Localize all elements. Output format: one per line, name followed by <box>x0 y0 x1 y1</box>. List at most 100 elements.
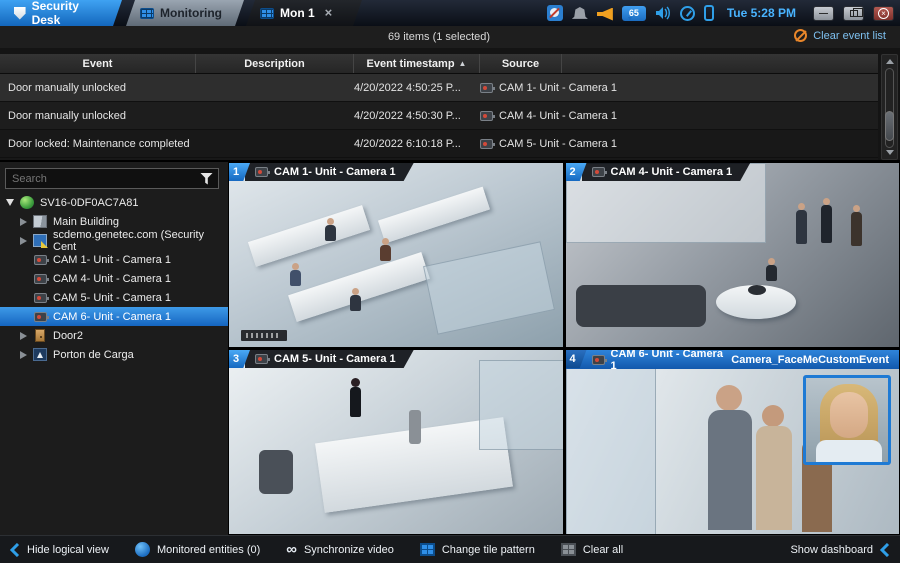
chevron-left-icon <box>880 543 890 557</box>
entity-tree: SV16-0DF0AC7A81 Main Building scdemo.gen… <box>0 193 228 364</box>
video-tile-3[interactable]: 3 CAM 5- Unit - Camera 1 <box>229 350 563 534</box>
camera-feed-image <box>229 350 563 534</box>
scheduler-icon[interactable] <box>547 5 563 21</box>
column-header-source[interactable]: Source <box>480 54 562 73</box>
camera-feed-image <box>229 163 563 347</box>
tree-item-directory[interactable]: scdemo.genetec.com (Security Cent <box>0 231 228 250</box>
restore-button[interactable] <box>843 6 864 21</box>
event-cell: Door manually unlocked <box>0 82 354 94</box>
video-wall-icon <box>140 8 154 19</box>
monitored-entities-label: Monitored entities (0) <box>157 544 260 556</box>
alarm-bell-icon[interactable] <box>572 7 588 21</box>
camera-feed-image <box>566 163 900 347</box>
camera-icon <box>34 293 47 303</box>
tab-security-desk-label: Security Desk <box>32 0 108 27</box>
timestamp-cell: 4/20/2022 4:50:25 P... <box>354 82 480 94</box>
camera-icon <box>255 167 268 177</box>
directory-icon <box>33 234 47 247</box>
tree-item-door2[interactable]: Door2 <box>0 326 228 345</box>
clear-event-list-label: Clear event list <box>813 30 886 42</box>
show-dashboard-button[interactable]: Show dashboard <box>790 543 890 557</box>
tree-item-cam1[interactable]: CAM 1- Unit - Camera 1 <box>0 250 228 269</box>
tree-item-label: scdemo.genetec.com (Security Cent <box>53 229 228 253</box>
clear-all-label: Clear all <box>583 544 623 556</box>
camera-icon <box>34 274 47 284</box>
column-header-empty <box>562 54 878 73</box>
expander-collapsed-icon[interactable] <box>20 351 27 359</box>
video-tile-1[interactable]: 1 CAM 1- Unit - Camera 1 <box>229 163 563 347</box>
column-header-description[interactable]: Description <box>196 54 354 73</box>
tree-item-label: CAM 4- Unit - Camera 1 <box>53 273 171 285</box>
camera-icon <box>480 111 493 121</box>
tree-item-server[interactable]: SV16-0DF0AC7A81 <box>0 193 228 212</box>
scroll-down-icon[interactable] <box>886 150 894 155</box>
camera-icon <box>592 167 605 177</box>
tab-monitoring-label: Monitoring <box>160 6 222 20</box>
system-tray: 65 Tue 5:28 PM — × <box>547 0 900 26</box>
restore-icon <box>850 10 858 17</box>
event-table-header: Event Description Event timestamp▲ Sourc… <box>0 54 878 74</box>
door-icon <box>35 329 45 342</box>
close-button[interactable]: × <box>873 6 894 21</box>
source-cell: CAM 4- Unit - Camera 1 <box>480 110 878 122</box>
video-tile-4-selected[interactable]: CAM 6- Unit - Camera 1 Camera_FaceMeCust… <box>566 350 900 534</box>
tree-item-label: Main Building <box>53 216 119 228</box>
hide-logical-view-button[interactable]: Hide logical view <box>10 543 109 557</box>
table-row[interactable]: Door locked: Maintenance completed 4/20/… <box>0 130 878 158</box>
tab-security-desk[interactable]: Security Desk <box>0 0 122 26</box>
video-wall-icon <box>260 8 274 19</box>
tree-item-label: Door2 <box>53 330 83 342</box>
expander-expanded-icon[interactable] <box>6 199 14 206</box>
column-header-event[interactable]: Event <box>0 54 196 73</box>
tree-item-cam5[interactable]: CAM 5- Unit - Camera 1 <box>0 288 228 307</box>
tree-item-cam4[interactable]: CAM 4- Unit - Camera 1 <box>0 269 228 288</box>
clear-all-button[interactable]: Clear all <box>561 543 623 556</box>
tile-camera-label: CAM 5- Unit - Camera 1 <box>274 353 396 365</box>
clear-event-list-button[interactable]: Clear event list <box>794 29 886 42</box>
expander-collapsed-icon[interactable] <box>20 218 27 226</box>
event-list-statusbar: 69 items (1 selected) Clear event list <box>0 26 900 48</box>
building-icon <box>33 215 47 228</box>
table-row[interactable]: Door manually unlocked 4/20/2022 4:50:30… <box>0 102 878 130</box>
change-tile-pattern-button[interactable]: Change tile pattern <box>420 543 535 556</box>
tab-monitoring[interactable]: Monitoring <box>126 0 244 26</box>
monitored-entities-button[interactable]: Monitored entities (0) <box>135 542 260 557</box>
mobile-phone-icon[interactable] <box>704 5 714 21</box>
table-row[interactable]: Door manually unlocked 4/20/2022 4:50:25… <box>0 74 878 102</box>
event-list-scrollbar[interactable] <box>881 54 898 160</box>
camera-icon <box>255 354 268 364</box>
camera-icon <box>480 139 493 149</box>
tree-item-cam6-selected[interactable]: CAM 6- Unit - Camera 1 <box>0 307 228 326</box>
gauge-icon[interactable] <box>680 6 695 21</box>
tree-item-label: SV16-0DF0AC7A81 <box>40 197 138 209</box>
tree-item-label: CAM 5- Unit - Camera 1 <box>53 292 171 304</box>
expander-collapsed-icon[interactable] <box>20 332 27 340</box>
tree-item-porton-de-carga[interactable]: Porton de Carga <box>0 345 228 364</box>
synchronize-video-label: Synchronize video <box>304 544 394 556</box>
chevron-left-icon <box>10 543 20 557</box>
logical-view-sidebar: SV16-0DF0AC7A81 Main Building scdemo.gen… <box>0 160 228 535</box>
tab-close-icon[interactable]: × <box>325 8 333 18</box>
video-tile-2[interactable]: 2 CAM 4- Unit - Camera 1 <box>566 163 900 347</box>
synchronize-video-button[interactable]: ∞ Synchronize video <box>286 544 394 556</box>
expander-collapsed-icon[interactable] <box>20 237 27 245</box>
scrollbar-thumb[interactable] <box>885 111 894 141</box>
source-cell: CAM 5- Unit - Camera 1 <box>480 138 878 150</box>
tile-camera-label: CAM 6- Unit - Camera 1 <box>611 350 726 372</box>
face-event-label: Camera_FaceMeCustomEvent <box>731 354 899 366</box>
search-input[interactable] <box>6 173 200 185</box>
volume-icon[interactable] <box>655 6 671 22</box>
tile-header: CAM 4- Unit - Camera 1 <box>582 163 751 181</box>
audio-alert-icon[interactable] <box>597 8 613 21</box>
minimize-button[interactable]: — <box>813 6 834 21</box>
camera-icon <box>34 312 47 322</box>
hide-logical-view-label: Hide logical view <box>27 544 109 556</box>
face-match-thumbnail[interactable] <box>803 375 891 465</box>
scroll-up-icon[interactable] <box>886 59 894 64</box>
camera-icon <box>34 255 47 265</box>
message-count-badge[interactable]: 65 <box>622 6 646 21</box>
filter-icon[interactable] <box>200 173 213 185</box>
column-header-event-timestamp[interactable]: Event timestamp▲ <box>354 54 480 73</box>
tab-mon-1[interactable]: Mon 1 × <box>246 0 362 26</box>
close-icon: × <box>878 8 889 19</box>
